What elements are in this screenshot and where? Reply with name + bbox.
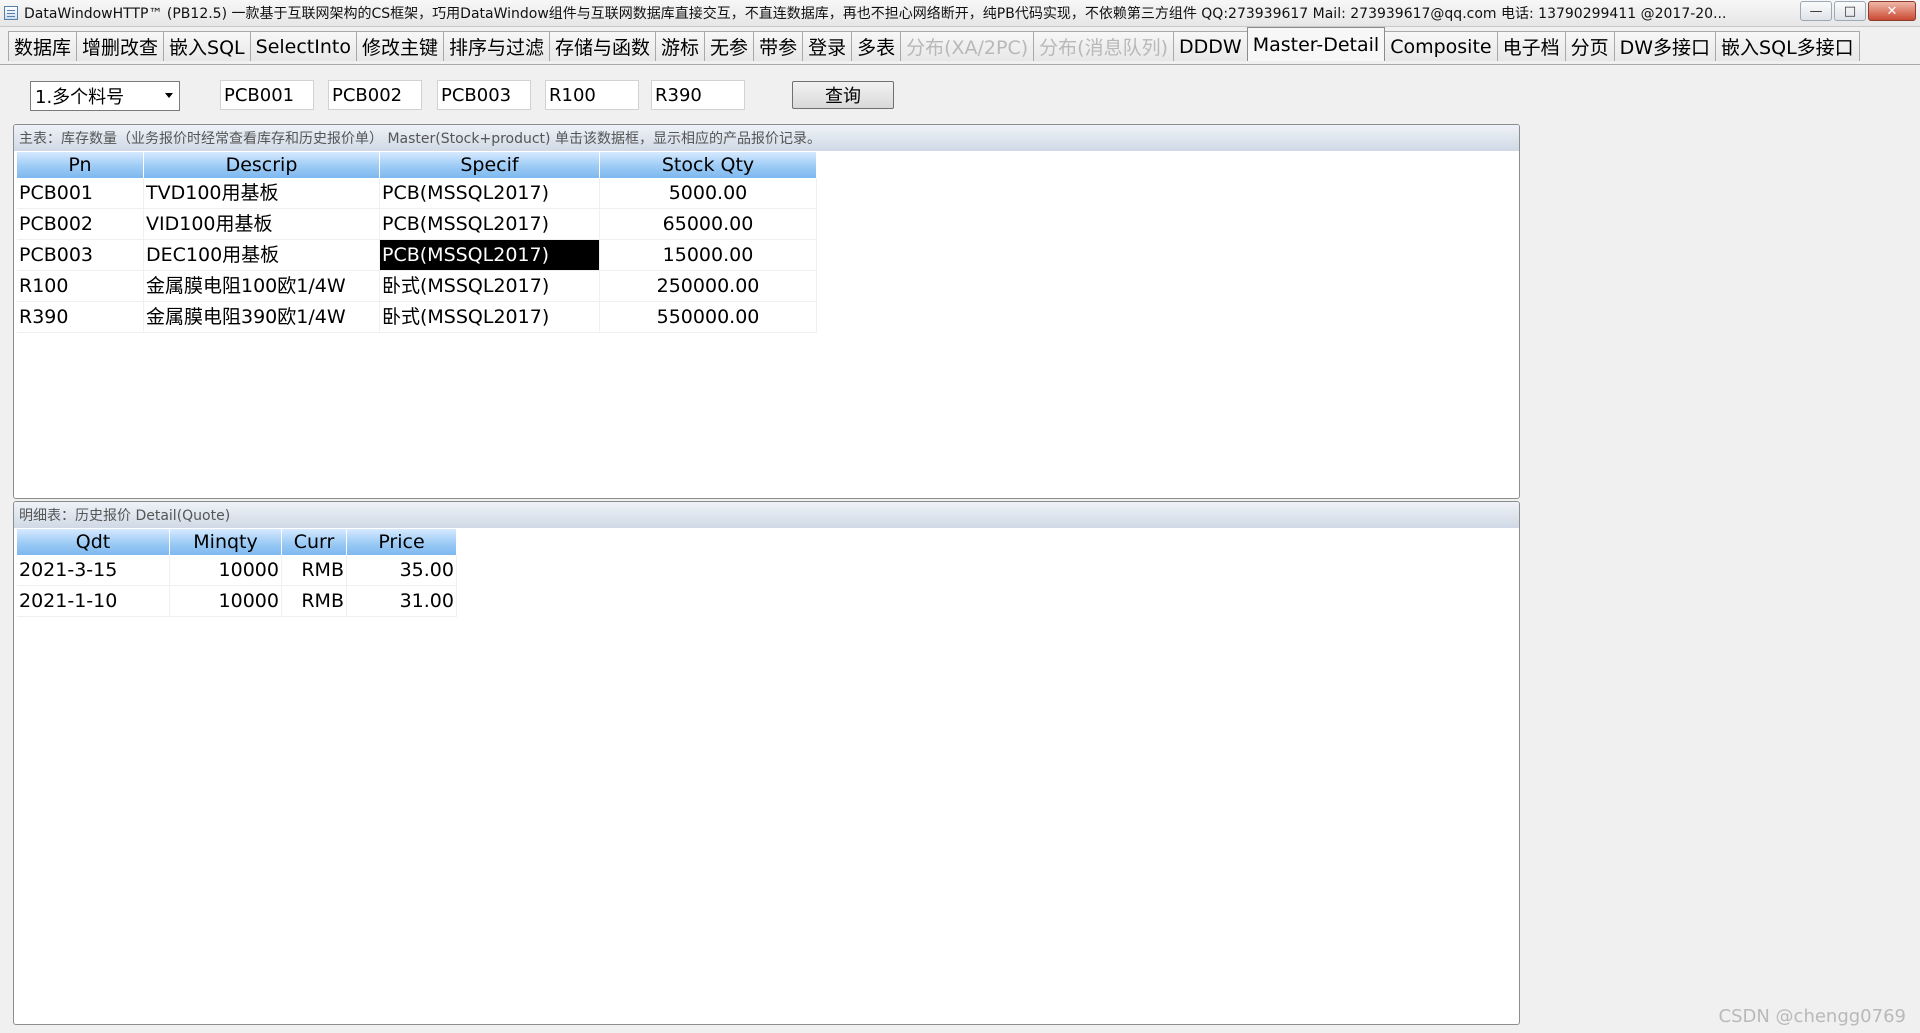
master-cell[interactable]: PCB(MSSQL2017) [380, 240, 600, 271]
master-col-header[interactable]: Descrip [144, 152, 380, 178]
app-icon [4, 6, 18, 20]
title-bar: DataWindowHTTP™ (PB12.5) 一款基于互联网架构的CS框架，… [0, 0, 1920, 27]
watermark-text: CSDN @chengg0769 [1718, 1006, 1907, 1027]
part-number-input-4[interactable] [545, 80, 639, 110]
master-cell[interactable]: 65000.00 [600, 209, 817, 240]
master-table-row[interactable]: R390 金属膜电阻390欧1/4W 卧式(MSSQL2017) 550000.00 [17, 302, 1519, 333]
tab-4[interactable]: 修改主键 [355, 31, 444, 61]
part-number-input-2[interactable] [328, 80, 422, 110]
master-col-header[interactable]: Specif [380, 152, 600, 178]
tab-7[interactable]: 游标 [655, 31, 706, 61]
master-cell[interactable]: PCB(MSSQL2017) [380, 178, 600, 209]
detail-cell[interactable]: 10000 [170, 555, 282, 586]
tab-8[interactable]: 无参 [704, 31, 755, 61]
query-mode-dropdown[interactable]: 1.多个料号 [30, 81, 180, 111]
window-title: DataWindowHTTP™ (PB12.5) 一款基于互联网架构的CS框架，… [24, 6, 1727, 22]
tab-20[interactable]: 嵌入SQL多接口 [1715, 31, 1860, 61]
detail-cell[interactable]: RMB [282, 586, 347, 617]
master-cell[interactable]: 250000.00 [600, 271, 817, 302]
tab-3[interactable]: SelectInto [249, 31, 357, 61]
detail-cell[interactable]: 31.00 [347, 586, 457, 617]
detail-caption: 明细表：历史报价 Detail(Quote) [14, 502, 1519, 528]
detail-cell[interactable]: RMB [282, 555, 347, 586]
detail-table-row[interactable]: 2021-1-10 10000 RMB 31.00 [17, 586, 1519, 617]
tab-13: 分布(消息队列) [1033, 31, 1174, 61]
tab-15[interactable]: Master-Detail [1246, 27, 1386, 61]
tab-2[interactable]: 嵌入SQL [163, 31, 251, 61]
part-number-input-5[interactable] [651, 80, 745, 110]
master-header-row: Pn Descrip Specif Stock Qty [17, 152, 1519, 178]
tab-18[interactable]: 分页 [1564, 31, 1615, 61]
close-button[interactable]: ✕ [1868, 1, 1916, 21]
master-cell[interactable]: PCB003 [17, 240, 144, 271]
detail-col-header[interactable]: Qdt [17, 529, 170, 555]
tab-11[interactable]: 多表 [851, 31, 902, 61]
master-cell[interactable]: R390 [17, 302, 144, 333]
query-toolbar: 1.多个料号 查询 [0, 65, 1920, 120]
detail-cell[interactable]: 10000 [170, 586, 282, 617]
chevron-down-icon[interactable] [165, 93, 173, 98]
master-cell[interactable]: 15000.00 [600, 240, 817, 271]
master-col-header[interactable]: Stock Qty [600, 152, 817, 178]
master-cell[interactable]: 卧式(MSSQL2017) [380, 302, 600, 333]
master-datawindow[interactable]: Pn Descrip Specif Stock Qty PCB001 TVD100用基板… [17, 152, 1519, 333]
master-cell[interactable]: R100 [17, 271, 144, 302]
master-table-row[interactable]: PCB003 DEC100用基板 PCB(MSSQL2017) 15000.00 [17, 240, 1519, 271]
window-controls: — □ ✕ [1800, 1, 1916, 21]
master-cell[interactable]: VID100用基板 [144, 209, 380, 240]
detail-datawindow[interactable]: Qdt Minqty Curr Price 2021-3-15 10000 RMB 35.0… [17, 529, 1519, 617]
detail-table-row[interactable]: 2021-3-15 10000 RMB 35.00 [17, 555, 1519, 586]
master-caption: 主表：库存数量（业务报价时经常查看库存和历史报价单） Master(Stock+… [14, 125, 1519, 151]
master-cell[interactable]: 金属膜电阻390欧1/4W [144, 302, 380, 333]
detail-rows: 2021-3-15 10000 RMB 35.00 2021-1-10 10000 RMB 3… [17, 555, 1519, 617]
master-cell[interactable]: PCB001 [17, 178, 144, 209]
master-cell[interactable]: 卧式(MSSQL2017) [380, 271, 600, 302]
tab-5[interactable]: 排序与过滤 [443, 31, 551, 61]
tab-14[interactable]: DDDW [1173, 31, 1248, 61]
detail-cell[interactable]: 2021-1-10 [17, 586, 170, 617]
tab-17[interactable]: 电子档 [1496, 31, 1566, 61]
master-table-row[interactable]: PCB002 VID100用基板 PCB(MSSQL2017) 65000.00 [17, 209, 1519, 240]
master-groupbox: 主表：库存数量（业务报价时经常查看库存和历史报价单） Master(Stock+… [13, 124, 1520, 499]
detail-col-header[interactable]: Price [347, 529, 457, 555]
minimize-button[interactable]: — [1800, 1, 1832, 21]
master-col-header[interactable]: Pn [17, 152, 144, 178]
master-rows: PCB001 TVD100用基板 PCB(MSSQL2017) 5000.00 PCB0… [17, 178, 1519, 333]
tab-6[interactable]: 存储与函数 [549, 31, 657, 61]
master-cell[interactable]: 5000.00 [600, 178, 817, 209]
detail-col-header[interactable]: Curr [282, 529, 347, 555]
maximize-button[interactable]: □ [1834, 1, 1866, 21]
master-cell[interactable]: DEC100用基板 [144, 240, 380, 271]
master-cell[interactable]: 550000.00 [600, 302, 817, 333]
master-table-row[interactable]: R100 金属膜电阻100欧1/4W 卧式(MSSQL2017) 250000.00 [17, 271, 1519, 302]
tab-12: 分布(XA/2PC) [900, 31, 1035, 61]
master-table-row[interactable]: PCB001 TVD100用基板 PCB(MSSQL2017) 5000.00 [17, 178, 1519, 209]
detail-cell[interactable]: 35.00 [347, 555, 457, 586]
detail-cell[interactable]: 2021-3-15 [17, 555, 170, 586]
query-mode-value: 1.多个料号 [35, 87, 125, 108]
master-cell[interactable]: PCB(MSSQL2017) [380, 209, 600, 240]
master-cell[interactable]: PCB002 [17, 209, 144, 240]
tab-9[interactable]: 带参 [753, 31, 804, 61]
main-window: DataWindowHTTP™ (PB12.5) 一款基于互联网架构的CS框架，… [0, 0, 1920, 1033]
detail-col-header[interactable]: Minqty [170, 529, 282, 555]
tab-1[interactable]: 增删改查 [76, 31, 165, 61]
detail-groupbox: 明细表：历史报价 Detail(Quote) Qdt Minqty Curr Pric… [13, 501, 1520, 1025]
tab-10[interactable]: 登录 [802, 31, 853, 61]
master-cell[interactable]: 金属膜电阻100欧1/4W [144, 271, 380, 302]
part-number-input-3[interactable] [437, 80, 531, 110]
tab-strip: 数据库 增删改查 嵌入SQL SelectInto 修改主键 排序与过滤 存储与函数 游标 无参… [0, 27, 1920, 65]
tab-0[interactable]: 数据库 [8, 31, 78, 61]
query-button[interactable]: 查询 [792, 81, 894, 109]
tab-19[interactable]: DW多接口 [1613, 31, 1717, 61]
tab-list: 数据库 增删改查 嵌入SQL SelectInto 修改主键 排序与过滤 存储与函数 游标 无参… [8, 27, 1860, 61]
part-number-input-1[interactable] [220, 80, 314, 110]
tab-16[interactable]: Composite [1384, 31, 1498, 61]
master-cell[interactable]: TVD100用基板 [144, 178, 380, 209]
detail-header-row: Qdt Minqty Curr Price [17, 529, 1519, 555]
